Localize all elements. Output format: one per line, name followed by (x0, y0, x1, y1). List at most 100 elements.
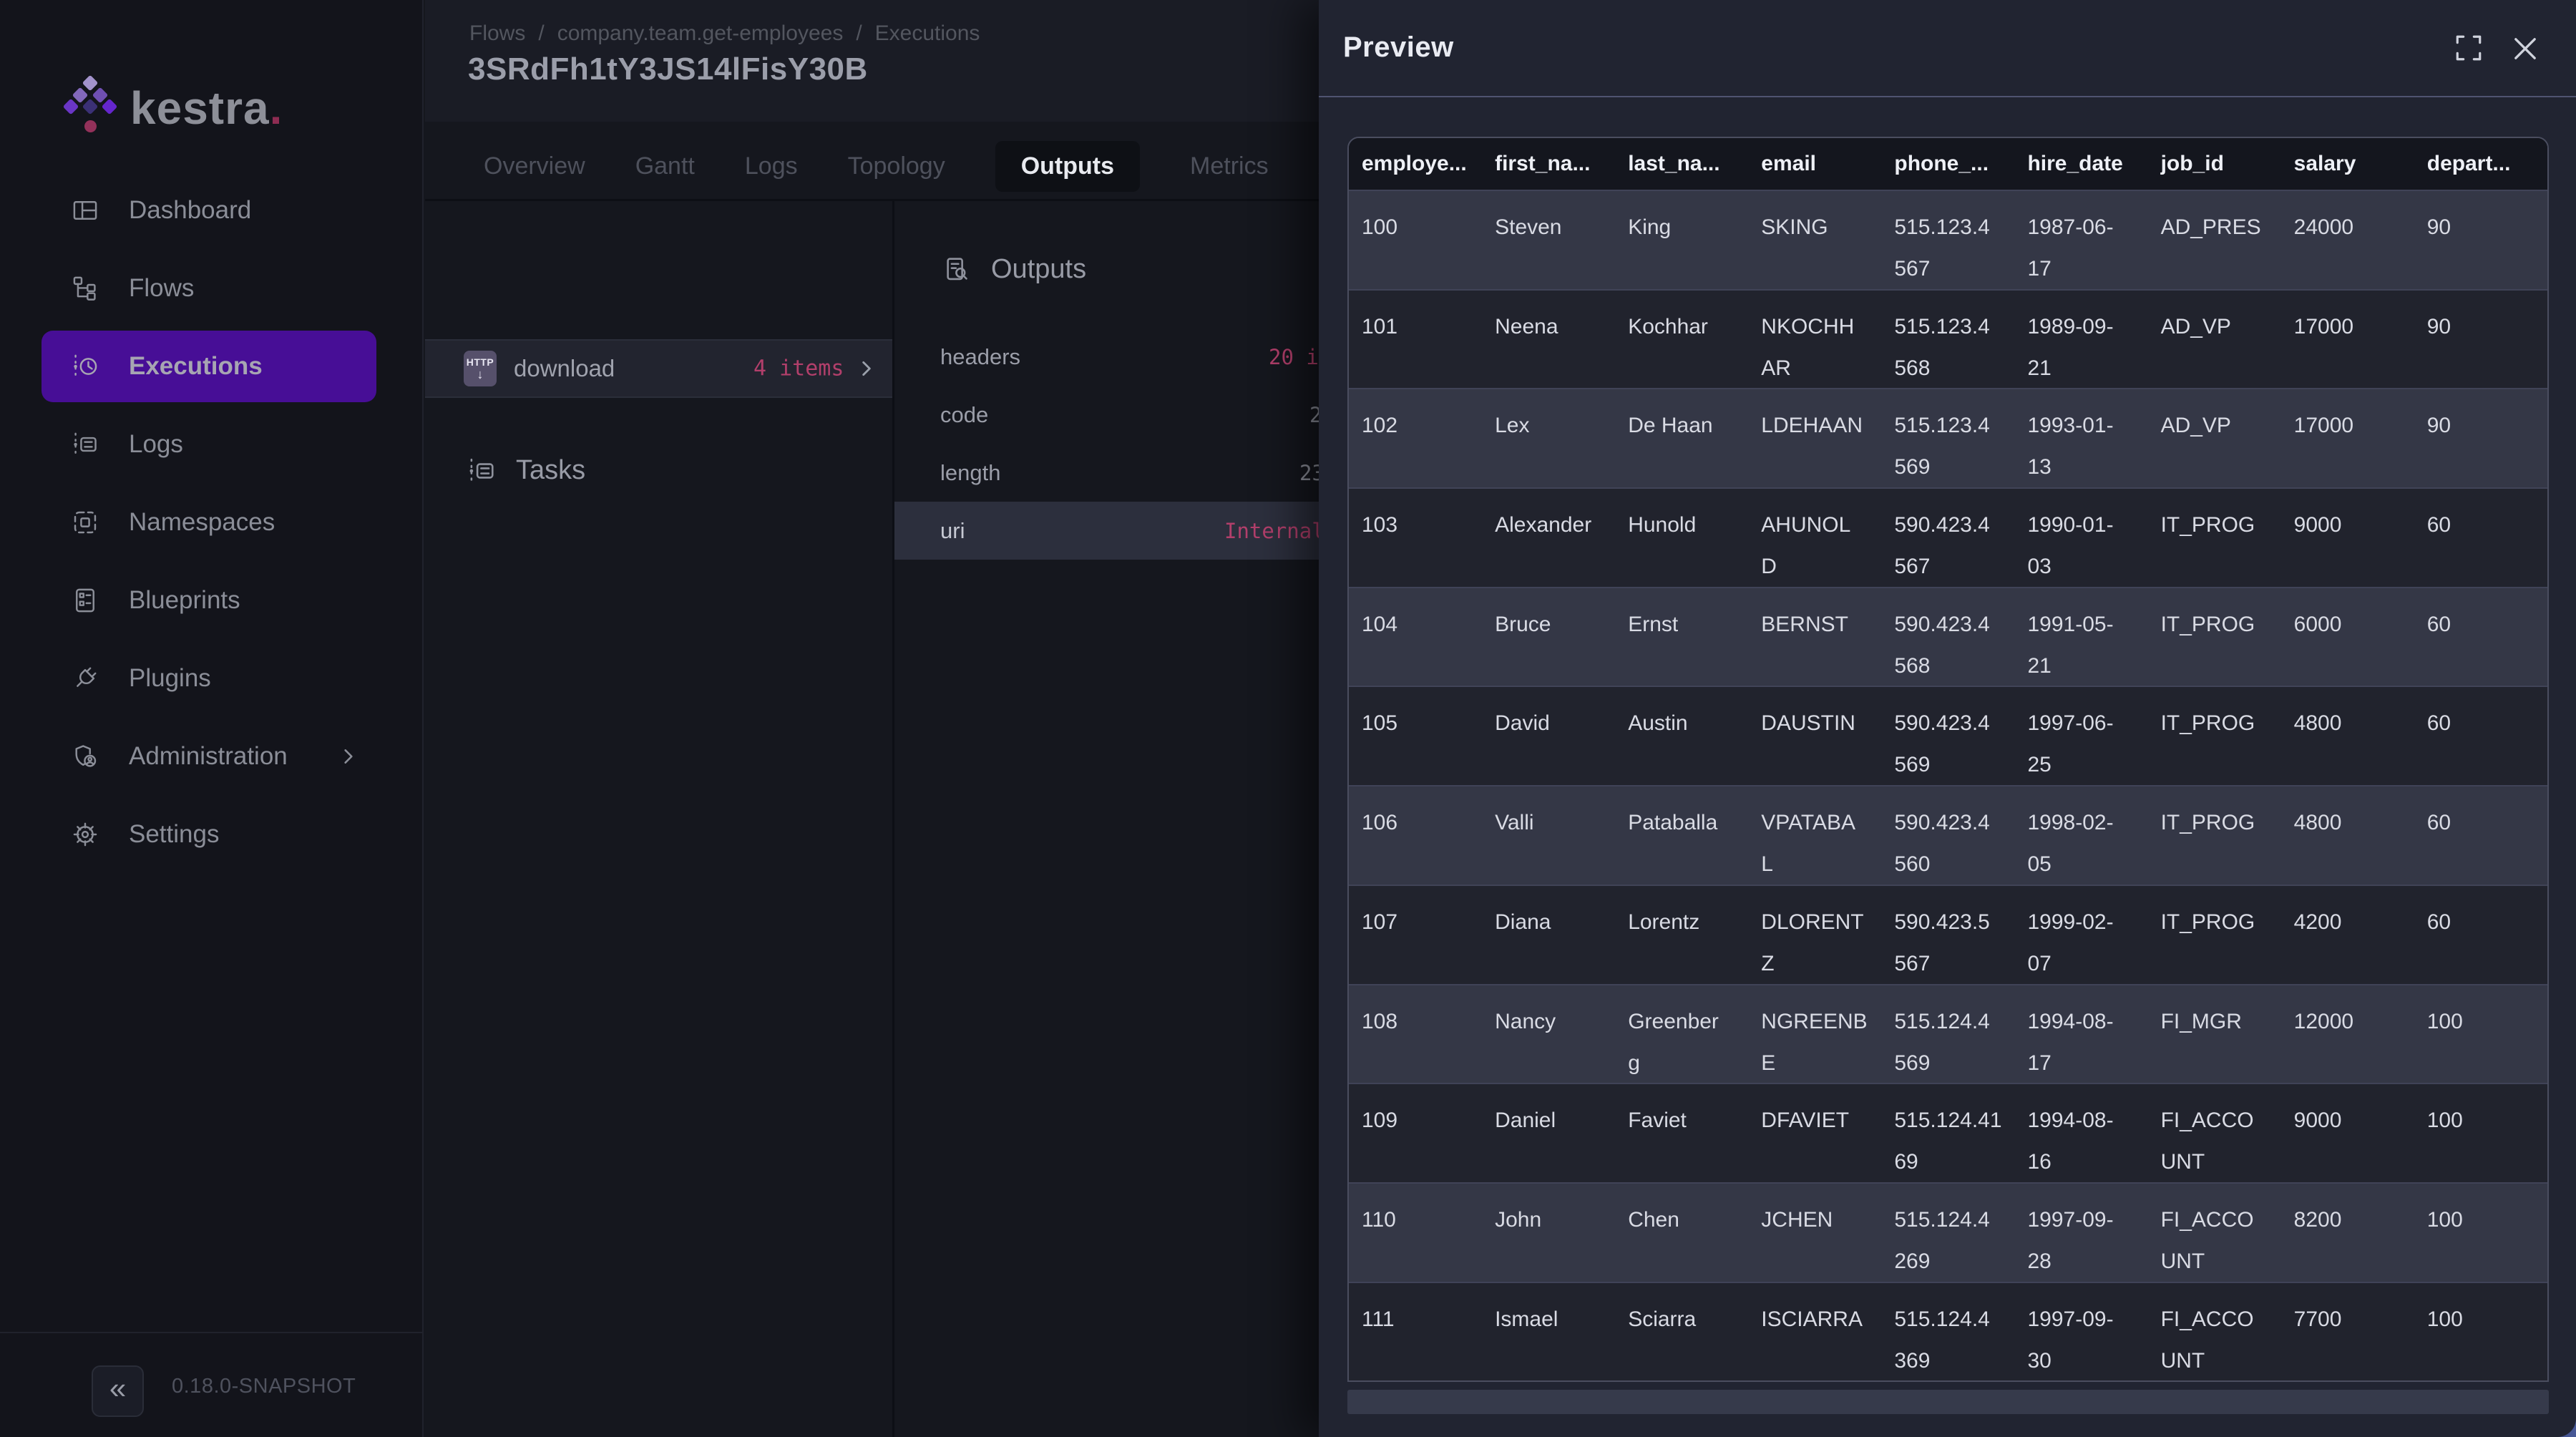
sidebar: kestra. Dashboard Flows Executions Logs Name… (0, 0, 424, 1437)
timeline-list-icon (467, 457, 496, 485)
sidebar-item-dashboard[interactable]: Dashboard (42, 175, 376, 246)
logo-diamond (102, 99, 118, 115)
kestra-logo[interactable]: kestra. (62, 72, 362, 143)
table-cell: 100 (2414, 1084, 2547, 1182)
table-cell: FI_ACCO UNT (2148, 1084, 2281, 1182)
table-cell: 102 (1349, 389, 1482, 487)
table-cell: 100 (1349, 191, 1482, 289)
table-cell: 4800 (2281, 786, 2414, 885)
close-icon[interactable] (2509, 33, 2541, 64)
table-cell: 17000 (2281, 291, 2414, 389)
table-cell: 110 (1349, 1184, 1482, 1282)
table-cell: King (1615, 191, 1748, 289)
table-cell: BERNST (1748, 588, 1881, 686)
sidebar-item-administration[interactable]: Administration (42, 721, 376, 792)
table-row: 107DianaLorentzDLORENT Z590.423.5 567199… (1349, 885, 2547, 984)
execution-header: Flows/company.team.get-employees/Executi… (425, 0, 1319, 122)
sidebar-item-flows[interactable]: Flows (42, 253, 376, 324)
preview-drawer: Preview employe...first_na...last_na...e… (1319, 0, 2576, 1437)
sidebar-item-settings[interactable]: Settings (42, 799, 376, 870)
tab-topology[interactable]: Topology (848, 152, 945, 180)
table-cell: IT_PROG (2148, 588, 2281, 686)
table-row: 106ValliPataballaVPATABA L590.423.4 5601… (1349, 785, 2547, 885)
column-header: hire_date (2014, 138, 2147, 190)
table-cell: 111 (1349, 1283, 1482, 1381)
output-row-code[interactable]: code2 (894, 386, 1319, 444)
table-row: 101NeenaKochharNKOCHH AR515.123.4 568198… (1349, 289, 2547, 389)
table-cell: Austin (1615, 687, 1748, 785)
table-cell: 515.123.4 569 (1881, 389, 2014, 487)
table-cell: ISCIARRA (1748, 1283, 1881, 1381)
table-cell: Steven (1482, 191, 1615, 289)
column-header: salary (2281, 138, 2414, 190)
task-name: download (514, 355, 615, 382)
table-cell: 515.123.4 567 (1881, 191, 2014, 289)
table-cell: IT_PROG (2148, 786, 2281, 885)
tab-overview[interactable]: Overview (484, 152, 585, 180)
sidebar-item-label: Settings (129, 820, 219, 849)
chevron-right-icon[interactable] (857, 359, 876, 378)
sidebar-item-namespaces[interactable]: Namespaces (42, 487, 376, 558)
table-cell: Hunold (1615, 489, 1748, 587)
table-cell: Faviet (1615, 1084, 1748, 1182)
task-row-download[interactable]: HTTP↓ download 4 items (425, 339, 892, 398)
output-row-headers[interactable]: headers20 items (894, 328, 1319, 386)
table-cell: 7700 (2281, 1283, 2414, 1381)
table-cell: 108 (1349, 985, 1482, 1083)
table-cell: 9000 (2281, 1084, 2414, 1182)
sidebar-collapse-button[interactable]: « (92, 1365, 144, 1417)
logo-diamond (63, 99, 79, 115)
kestra-app: kestra. Dashboard Flows Executions Logs Name… (0, 0, 2576, 1437)
fullscreen-icon[interactable] (2454, 33, 2484, 63)
breadcrumb-separator: / (856, 21, 862, 46)
sidebar-item-blueprints[interactable]: Blueprints (42, 565, 376, 636)
breadcrumb-item[interactable]: Flows (469, 21, 525, 46)
table-cell: 8200 (2281, 1184, 2414, 1282)
sidebar-item-executions[interactable]: Executions (42, 331, 376, 402)
table-row: 105DavidAustinDAUSTIN590.423.4 5691997-0… (1349, 686, 2547, 785)
table-cell: Daniel (1482, 1084, 1615, 1182)
table-cell: 1998-02- 05 (2014, 786, 2147, 885)
horizontal-scrollbar[interactable] (1347, 1390, 2549, 1414)
tasks-panel-header: Tasks (467, 455, 585, 486)
table-cell: 12000 (2281, 985, 2414, 1083)
outputs-panel-title: Outputs (991, 254, 1086, 285)
settings-icon (72, 821, 99, 848)
sidebar-item-plugins[interactable]: Plugins (42, 643, 376, 714)
table-cell: 515.123.4 568 (1881, 291, 2014, 389)
tab-metrics[interactable]: Metrics (1190, 152, 1269, 180)
output-key: code (940, 402, 988, 428)
table-cell: IT_PROG (2148, 687, 2281, 785)
tab-outputs[interactable]: Outputs (995, 141, 1140, 192)
executions-icon (72, 353, 99, 380)
table-cell: 60 (2414, 687, 2547, 785)
preview-title: Preview (1343, 31, 1454, 64)
breadcrumb-item[interactable]: Executions (875, 21, 980, 46)
sidebar-item-logs[interactable]: Logs (42, 409, 376, 480)
table-cell: 60 (2414, 886, 2547, 984)
table-cell: 100 (2414, 985, 2547, 1083)
dashboard-icon (72, 197, 99, 224)
sidebar-item-label: Executions (129, 352, 263, 381)
breadcrumb-item[interactable]: company.team.get-employees (557, 21, 844, 46)
sidebar-item-label: Flows (129, 274, 194, 303)
table-cell: 1993-01- 13 (2014, 389, 2147, 487)
sidebar-item-label: Blueprints (129, 586, 240, 615)
sidebar-item-label: Logs (129, 430, 183, 459)
table-cell: Ismael (1482, 1283, 1615, 1381)
table-cell: 4800 (2281, 687, 2414, 785)
table-cell: 1997-09- 28 (2014, 1184, 2147, 1282)
table-cell: Diana (1482, 886, 1615, 984)
table-cell: 590.423.4 567 (1881, 489, 2014, 587)
table-cell: 1997-09- 30 (2014, 1283, 2147, 1381)
column-header: job_id (2148, 138, 2281, 190)
output-value: Internal li (1224, 519, 1319, 543)
table-row: 109DanielFavietDFAVIET515.124.41 691994-… (1349, 1083, 2547, 1182)
output-row-uri[interactable]: uriInternal li (894, 502, 1319, 560)
table-cell: DAUSTIN (1748, 687, 1881, 785)
output-row-length[interactable]: length234 (894, 444, 1319, 502)
table-cell: 515.124.4 269 (1881, 1184, 2014, 1282)
tab-gantt[interactable]: Gantt (635, 152, 695, 180)
tab-logs[interactable]: Logs (745, 152, 798, 180)
table-row: 103AlexanderHunoldAHUNOL D590.423.4 5671… (1349, 487, 2547, 587)
